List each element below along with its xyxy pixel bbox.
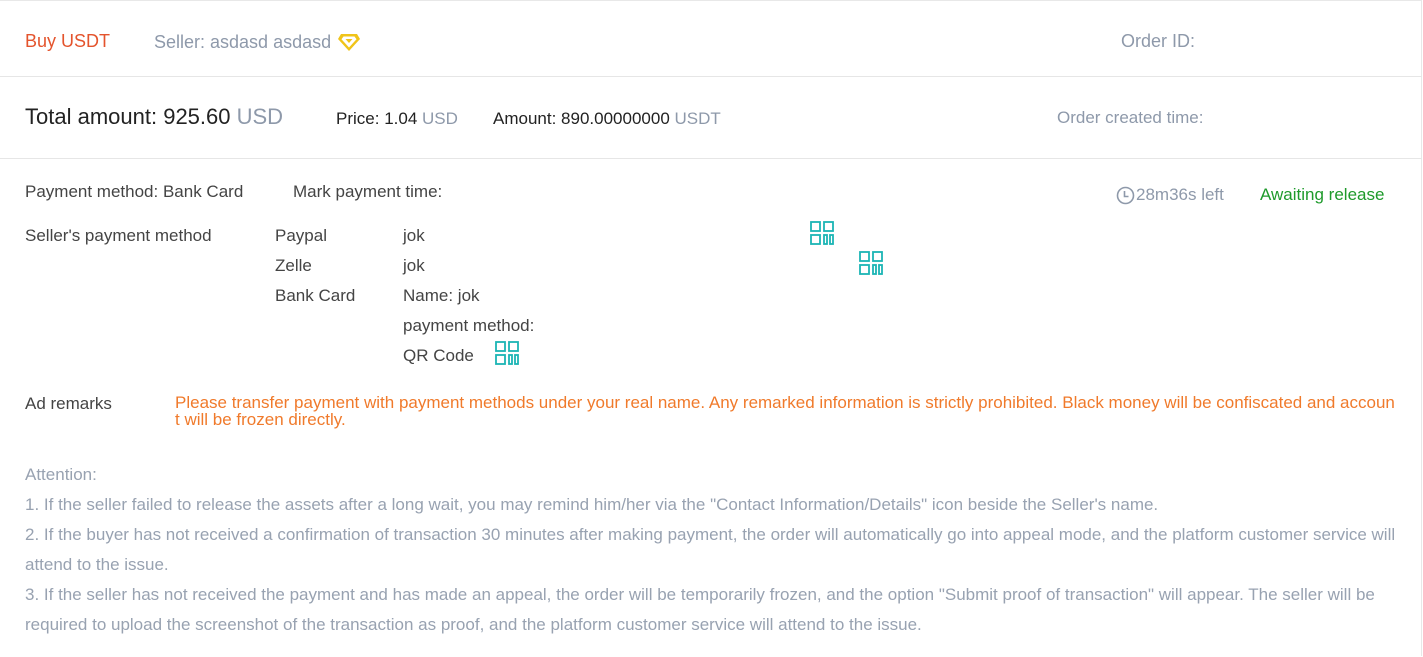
ad-remarks-text: Please transfer payment with payment met… [175, 393, 1395, 429]
total-value: 925.60 [163, 104, 231, 129]
seller-payment-method-label: Seller's payment method [25, 226, 212, 245]
bank-method-name: Bank Card [275, 286, 356, 305]
amount: Amount: 890.00000000 USDT [493, 109, 721, 129]
amount-label: Amount: [493, 109, 557, 128]
attention-section: Attention: 1. If the seller failed to re… [25, 460, 1405, 640]
amount-value: 890.00000000 [561, 109, 670, 128]
countdown-text: 28m36s left [1136, 185, 1224, 204]
attention-item-1: 1. If the seller failed to release the a… [25, 495, 1159, 514]
order-title: Buy USDT [25, 31, 111, 51]
vip-diamond-icon [337, 31, 361, 53]
attention-item-2: 2. If the buyer has not received a confi… [25, 525, 1396, 574]
mark-payment-time: Mark payment time: [293, 182, 443, 201]
order-status: Awaiting release [1260, 185, 1385, 204]
total-amount: Total amount: 925.60 USD [25, 104, 283, 130]
order-id-label: Order ID: [1121, 31, 1196, 51]
ad-remarks-label: Ad remarks [25, 394, 112, 413]
seller-name[interactable]: Seller: asdasd asdasd [154, 32, 331, 53]
price-unit: USD [422, 109, 458, 128]
order-created-time: Order created time: [1057, 108, 1204, 127]
qr-code-label: QR Code [403, 346, 474, 365]
bank-qr-icon[interactable] [495, 341, 519, 365]
zelle-method-name: Zelle [275, 256, 312, 275]
countdown-timer: 28m36s left [1116, 185, 1224, 205]
paypal-method-value: jok [403, 226, 425, 245]
clock-icon [1116, 186, 1135, 204]
total-label: Total amount: [25, 104, 158, 129]
price-label: Price: [336, 109, 380, 128]
payment-method: Payment method: Bank Card [25, 182, 244, 201]
price-value: 1.04 [384, 109, 418, 128]
price: Price: 1.04 USD [336, 109, 458, 129]
amount-unit: USDT [674, 109, 721, 128]
paypal-method-name: Paypal [275, 226, 327, 245]
bank-payment-method-label: payment method: [403, 316, 535, 335]
bank-method-value: Name: jok [403, 286, 480, 305]
attention-title: Attention: [25, 465, 97, 484]
total-unit: USD [236, 104, 284, 129]
seller-info[interactable]: Seller: asdasd asdasd [154, 31, 361, 53]
order-panel: Buy USDT Seller: asdasd asdasd Order ID:… [0, 0, 1422, 656]
order-summary: Total amount: 925.60 USD Price: 1.04 USD… [0, 78, 1422, 159]
order-header: Buy USDT Seller: asdasd asdasd Order ID: [0, 2, 1422, 77]
zelle-qr-icon[interactable] [859, 251, 883, 275]
attention-item-3: 3. If the seller has not received the pa… [25, 585, 1375, 634]
zelle-method-value: jok [403, 256, 425, 275]
paypal-qr-icon[interactable] [810, 221, 834, 245]
